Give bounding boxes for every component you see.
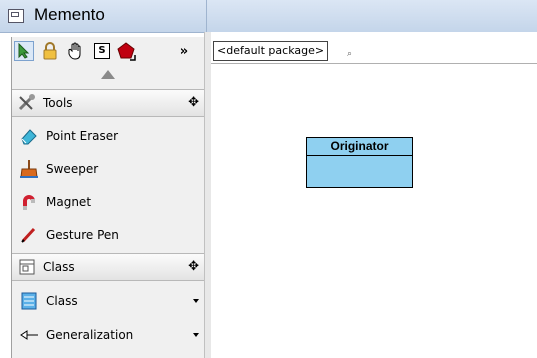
title-bar: Memento	[0, 0, 537, 33]
tools-icon	[18, 94, 35, 111]
group-header-class[interactable]: Class ✥	[12, 253, 205, 281]
more-tools-button[interactable]: »	[174, 41, 194, 61]
shape-icon	[117, 42, 136, 61]
palette-item-label: Class	[46, 294, 78, 308]
lock-tool-button[interactable]	[40, 41, 60, 61]
diagram-canvas[interactable]: <default package> ⌕ Originator	[211, 32, 537, 358]
group-title-tools: Tools	[43, 96, 73, 110]
select-tool-button[interactable]	[14, 41, 34, 61]
title-separator	[206, 0, 207, 32]
shape-tool-button[interactable]	[116, 41, 136, 61]
package-tab[interactable]: <default package>	[213, 41, 329, 61]
palette-item-sweeper[interactable]: Sweeper	[12, 153, 205, 185]
palette-item-generalization[interactable]: Generalization	[12, 319, 205, 351]
pen-icon	[21, 227, 36, 243]
pan-hand-icon	[68, 42, 81, 60]
palette-toolbar: S »	[12, 37, 205, 65]
search-icon[interactable]: ⌕	[347, 49, 352, 59]
lock-icon	[43, 42, 57, 60]
move-handle-icon[interactable]: ✥	[188, 95, 199, 110]
palette-item-label: Point Eraser	[46, 129, 119, 143]
palette-item-label: Generalization	[46, 328, 134, 342]
class-icon	[21, 292, 37, 310]
more-chevron-icon: »	[179, 43, 189, 59]
move-handle-icon[interactable]: ✥	[188, 259, 199, 274]
palette-item-label: Gesture Pen	[46, 228, 119, 242]
pan-tool-button[interactable]	[66, 41, 86, 61]
palette-item-gesture-pen[interactable]: Gesture Pen	[12, 219, 205, 251]
magnet-icon	[23, 195, 35, 210]
scroll-up-arrow[interactable]	[101, 70, 115, 79]
generalization-icon	[20, 330, 38, 340]
class-group-icon	[19, 259, 35, 275]
dropdown-arrow-icon[interactable]	[193, 333, 199, 337]
palette-item-magnet[interactable]: Magnet	[12, 186, 205, 218]
palette-splitter[interactable]	[204, 32, 211, 358]
group-title-class: Class	[43, 260, 75, 274]
s-tool-button[interactable]: S	[92, 41, 112, 61]
palette-item-label: Sweeper	[46, 162, 99, 176]
s-icon: S	[94, 43, 110, 59]
eraser-icon	[21, 129, 37, 145]
select-arrow-icon	[18, 43, 30, 59]
tab-divider	[211, 63, 537, 64]
dropdown-arrow-icon[interactable]	[193, 299, 199, 303]
class-name[interactable]: Originator	[307, 138, 412, 156]
diagram-palette: S » Tools ✥ Point Eraser Sweeper Magnet …	[11, 37, 206, 358]
window-title: Memento	[34, 5, 105, 24]
group-header-tools[interactable]: Tools ✥	[12, 89, 205, 117]
palette-item-class[interactable]: Class	[12, 285, 205, 317]
sweeper-icon	[20, 160, 38, 178]
palette-item-label: Magnet	[46, 195, 92, 209]
window-icon	[8, 9, 24, 23]
uml-class-box[interactable]: Originator	[306, 137, 413, 188]
palette-item-point-eraser[interactable]: Point Eraser	[12, 120, 205, 152]
